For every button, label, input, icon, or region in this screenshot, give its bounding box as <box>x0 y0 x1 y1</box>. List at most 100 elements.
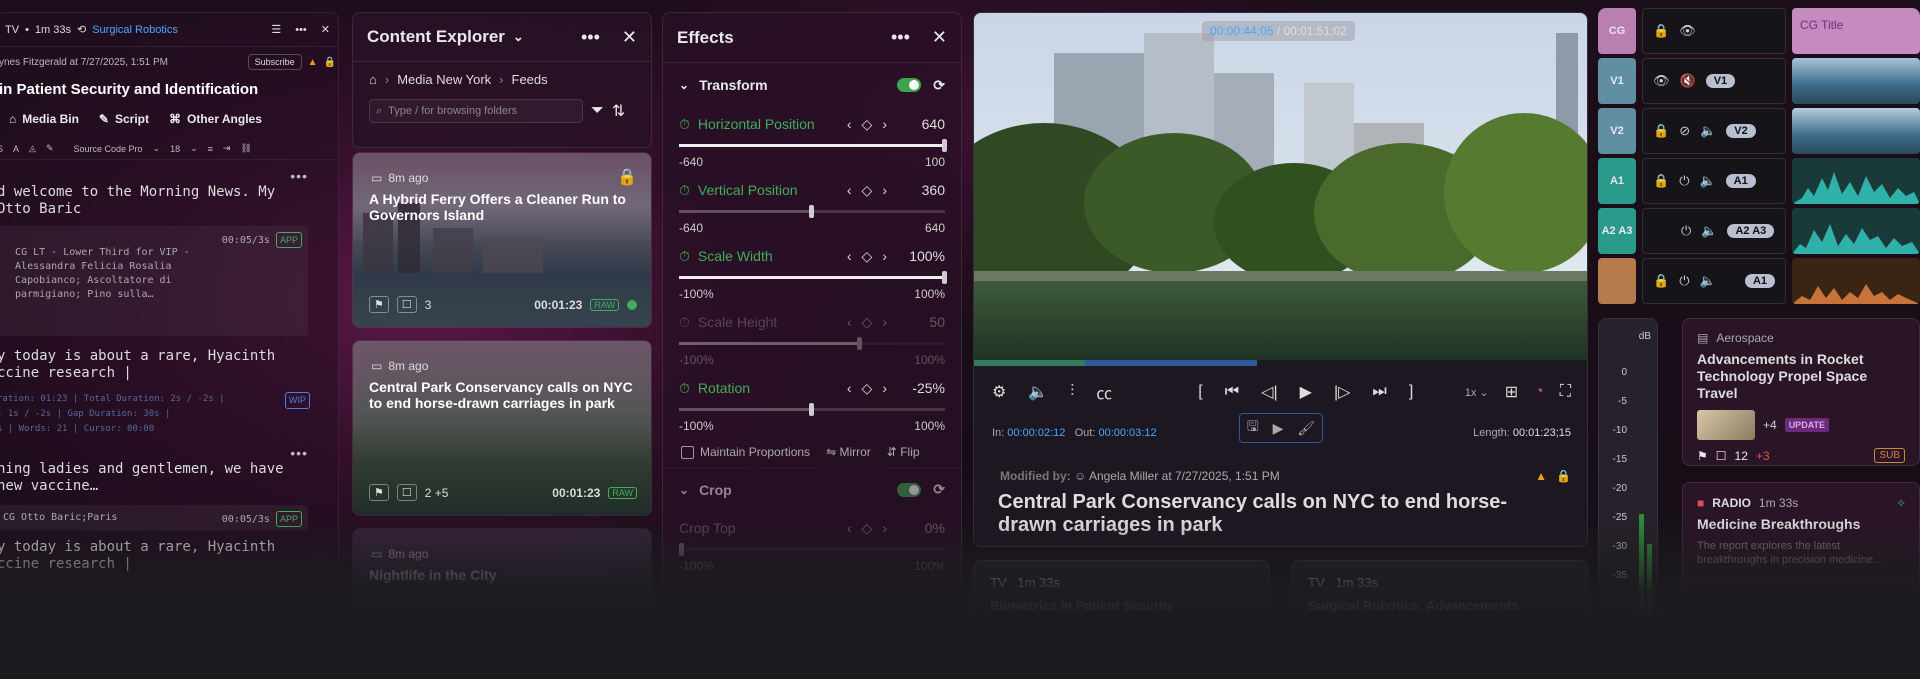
wip-badge[interactable]: WIP <box>285 392 310 409</box>
history-icon[interactable]: ⟲ <box>77 23 86 36</box>
story-tag[interactable]: Surgical Robotics <box>92 24 178 36</box>
speed-select[interactable]: 1x ⌄ <box>1465 386 1489 399</box>
close-icon[interactable]: ✕ <box>622 27 637 48</box>
story-card[interactable]: TV 1m 33s Biometrics in Patient Security <box>973 560 1270 620</box>
param-value[interactable]: 360 <box>895 182 945 198</box>
next-keyframe-icon[interactable]: › <box>882 116 887 133</box>
script-text[interactable]: ning ladies and gentlemen, we have new v… <box>0 461 338 495</box>
bookmark-icon[interactable]: ⚑ <box>1697 449 1708 463</box>
settings-icon[interactable]: ⚙ <box>992 382 1006 402</box>
chevron-down-icon[interactable]: ⌄ <box>679 78 689 92</box>
transform-toggle[interactable] <box>897 78 922 92</box>
story-card[interactable]: TV 1m 33s Surgical Robotics: Advancements <box>1291 560 1588 620</box>
scrub-bar[interactable] <box>974 360 1587 366</box>
param-value[interactable]: 100% <box>895 248 945 264</box>
slider-knob[interactable] <box>809 403 814 416</box>
save-icon[interactable]: 🖫 <box>1247 416 1259 440</box>
indent-icon[interactable]: ⇥ <box>223 143 231 154</box>
fill-icon[interactable]: ◬ <box>29 143 36 154</box>
slider-knob[interactable] <box>942 139 947 152</box>
skip-end-icon[interactable]: ⏭ <box>1372 383 1386 401</box>
comments-icon[interactable]: ☐ <box>396 296 417 313</box>
more-icon[interactable]: ••• <box>891 27 910 48</box>
param-slider[interactable] <box>679 139 947 152</box>
power-icon[interactable]: ⏻ <box>1679 273 1689 289</box>
audio-clip[interactable] <box>1792 258 1920 304</box>
stopwatch-icon[interactable]: ⏱ <box>679 182 690 199</box>
keyframe-icon[interactable]: ◇ <box>862 116 873 133</box>
more-icon[interactable]: ••• <box>295 24 307 36</box>
add-marker-icon[interactable]: ⊞ <box>1505 382 1518 402</box>
step-back-icon[interactable]: ◁| <box>1261 382 1277 402</box>
color-icon[interactable]: A <box>13 144 19 154</box>
volume-icon[interactable]: 🔈 <box>1700 123 1716 139</box>
prev-keyframe-icon[interactable]: ‹ <box>847 182 852 199</box>
next-keyframe-icon[interactable]: › <box>882 380 887 397</box>
strike-icon[interactable]: S <box>0 144 3 154</box>
param-value[interactable]: 640 <box>895 116 945 132</box>
track-label[interactable]: V2 <box>1598 108 1636 154</box>
eye-icon[interactable]: 👁 <box>1679 23 1696 39</box>
fullscreen-icon[interactable]: ⛶ <box>1560 383 1571 401</box>
mute-icon[interactable]: 🔇 <box>1680 73 1696 89</box>
bookmark-icon[interactable]: ⚑ <box>369 296 389 313</box>
stopwatch-icon[interactable]: ⏱ <box>679 116 690 133</box>
crop-section[interactable]: ⌄ Crop ⟳ <box>663 467 961 511</box>
play-clip-icon[interactable]: ▶ <box>1273 420 1284 437</box>
video-preview[interactable]: 00:00:44;05 / 00:01:51;02 <box>974 13 1587 360</box>
next-keyframe-icon[interactable]: › <box>882 314 887 331</box>
param-slider[interactable] <box>679 205 945 218</box>
track-pill[interactable]: A1 <box>1725 174 1756 188</box>
filter-icon[interactable]: ⏷ <box>591 102 604 120</box>
track-label[interactable]: A2 A3 <box>1598 208 1636 254</box>
sub-button[interactable]: SUB <box>1874 448 1905 463</box>
media-card[interactable]: ▭ 8m ago 🔒 A Hybrid Ferry Offers a Cleane… <box>352 152 652 328</box>
list-icon[interactable]: ☰ <box>271 23 281 36</box>
tab-media-bin[interactable]: ⌂ Media Bin <box>9 112 79 126</box>
search-input[interactable]: ⌕ Type / for browsing folders <box>369 99 583 123</box>
script-text[interactable]: d welcome to the Morning News. My Otto B… <box>0 184 338 218</box>
audio-clip[interactable] <box>1792 158 1920 204</box>
play-icon[interactable]: ▶ <box>1300 382 1312 402</box>
eye-icon[interactable]: 👁 <box>1653 73 1670 89</box>
size-select[interactable]: 18 <box>170 144 180 154</box>
sort-icon[interactable]: ⇅ <box>612 101 625 121</box>
article-card[interactable]: ■ RADIO 1m 33s ⟡ Medicine Breakthroughs The… <box>1682 482 1920 618</box>
brush-icon[interactable]: 🖌 <box>1297 420 1315 437</box>
keyframe-icon[interactable]: ◇ <box>862 182 873 199</box>
keyframe-icon[interactable]: ◇ <box>862 248 873 265</box>
prev-keyframe-icon[interactable]: ‹ <box>847 116 852 133</box>
chevron-down-icon[interactable]: ⌄ <box>679 483 689 497</box>
media-card[interactable]: ▭ 8m ago Central Park Conservancy calls o… <box>352 340 652 516</box>
param-vertical-position[interactable]: ⏱ Vertical Position ‹ ◇ › 360 -640 640 <box>663 173 961 239</box>
block-more-icon[interactable]: ••• <box>0 160 338 184</box>
more-icon[interactable]: ••• <box>581 27 600 48</box>
breadcrumb-item[interactable]: Media New York <box>397 72 491 87</box>
stopwatch-icon[interactable]: ⏱ <box>679 314 690 331</box>
lock-icon[interactable]: 🔒 <box>1653 23 1669 39</box>
stopwatch-icon[interactable]: ⏱ <box>679 248 690 265</box>
media-card[interactable]: ▭ 8m ago Nightlife in the City <box>352 528 652 612</box>
lock-icon[interactable]: 🔒 <box>1653 123 1669 139</box>
video-clip[interactable] <box>1792 58 1920 104</box>
script-text[interactable]: y today is about a rare, Hyacinth ccine … <box>0 539 338 573</box>
video-clip[interactable] <box>1792 108 1920 154</box>
share-icon[interactable]: ⟡ <box>1897 495 1905 510</box>
audio-clip[interactable] <box>1792 208 1920 254</box>
keyframe-icon[interactable]: ◇ <box>862 314 873 331</box>
script-text[interactable]: y today is about a rare, Hyacinth ccine … <box>0 348 338 382</box>
cg-block[interactable]: CG LT - Lower Third for VIP - Alessandra… <box>0 226 308 336</box>
comments-icon[interactable]: ☐ <box>396 484 417 501</box>
bookmark-icon[interactable]: ⚑ <box>369 484 389 501</box>
slider-knob[interactable] <box>809 205 814 218</box>
param-slider[interactable] <box>679 271 947 284</box>
font-select[interactable]: Source Code Pro <box>74 144 143 154</box>
param-slider[interactable] <box>679 337 945 350</box>
skip-start-icon[interactable]: ⏮ <box>1225 383 1239 401</box>
link-icon[interactable]: ⛓ <box>240 143 251 154</box>
subscribe-button[interactable]: Subscribe <box>247 54 302 70</box>
crop-toggle[interactable] <box>897 482 922 497</box>
maintain-proportions-checkbox[interactable]: Maintain Proportions <box>681 445 810 460</box>
track-pill[interactable]: A2 A3 <box>1727 224 1775 238</box>
track-label[interactable]: A1 <box>1598 158 1636 204</box>
